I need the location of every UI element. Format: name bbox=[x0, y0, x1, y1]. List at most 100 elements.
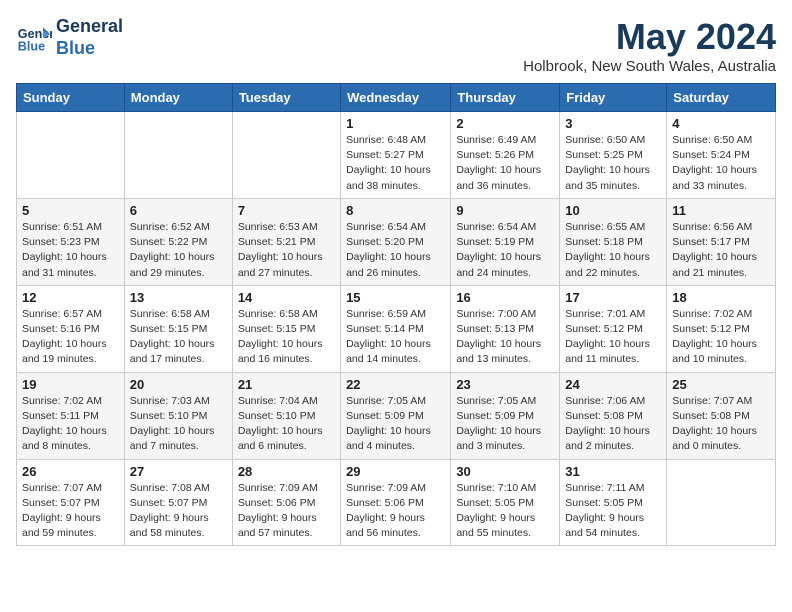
day-detail: Sunrise: 6:59 AMSunset: 5:14 PMDaylight:… bbox=[346, 307, 445, 368]
day-number: 10 bbox=[565, 203, 661, 218]
day-detail: Sunrise: 6:55 AMSunset: 5:18 PMDaylight:… bbox=[565, 220, 661, 281]
col-header-wednesday: Wednesday bbox=[341, 84, 451, 112]
header-row: SundayMondayTuesdayWednesdayThursdayFrid… bbox=[17, 84, 776, 112]
day-number: 1 bbox=[346, 116, 445, 131]
day-cell: 25 Sunrise: 7:07 AMSunset: 5:08 PMDayligh… bbox=[667, 372, 776, 459]
day-detail: Sunrise: 6:58 AMSunset: 5:15 PMDaylight:… bbox=[130, 307, 227, 368]
day-detail: Sunrise: 7:07 AMSunset: 5:08 PMDaylight:… bbox=[672, 394, 770, 455]
day-cell: 1 Sunrise: 6:48 AMSunset: 5:27 PMDaylight… bbox=[341, 112, 451, 199]
day-cell: 13 Sunrise: 6:58 AMSunset: 5:15 PMDayligh… bbox=[124, 285, 232, 372]
col-header-friday: Friday bbox=[560, 84, 667, 112]
day-cell: 24 Sunrise: 7:06 AMSunset: 5:08 PMDayligh… bbox=[560, 372, 667, 459]
day-number: 9 bbox=[456, 203, 554, 218]
day-detail: Sunrise: 6:54 AMSunset: 5:19 PMDaylight:… bbox=[456, 220, 554, 281]
week-row-5: 26 Sunrise: 7:07 AMSunset: 5:07 PMDayligh… bbox=[17, 459, 776, 546]
logo: General Blue General Blue bbox=[16, 16, 123, 59]
day-detail: Sunrise: 7:09 AMSunset: 5:06 PMDaylight:… bbox=[346, 481, 445, 542]
day-detail: Sunrise: 7:10 AMSunset: 5:05 PMDaylight:… bbox=[456, 481, 554, 542]
day-number: 13 bbox=[130, 290, 227, 305]
day-cell: 16 Sunrise: 7:00 AMSunset: 5:13 PMDayligh… bbox=[451, 285, 560, 372]
day-cell: 30 Sunrise: 7:10 AMSunset: 5:05 PMDayligh… bbox=[451, 459, 560, 546]
col-header-tuesday: Tuesday bbox=[232, 84, 340, 112]
day-detail: Sunrise: 6:56 AMSunset: 5:17 PMDaylight:… bbox=[672, 220, 770, 281]
day-cell bbox=[232, 112, 340, 199]
day-detail: Sunrise: 7:03 AMSunset: 5:10 PMDaylight:… bbox=[130, 394, 227, 455]
day-cell: 17Sunrise: 7:01 AMSunset: 5:12 PMDayligh… bbox=[560, 285, 667, 372]
day-cell: 14 Sunrise: 6:58 AMSunset: 5:15 PMDayligh… bbox=[232, 285, 340, 372]
day-cell: 21 Sunrise: 7:04 AMSunset: 5:10 PMDayligh… bbox=[232, 372, 340, 459]
day-number: 15 bbox=[346, 290, 445, 305]
day-detail: Sunrise: 7:08 AMSunset: 5:07 PMDaylight:… bbox=[130, 481, 227, 542]
day-detail: Sunrise: 6:57 AMSunset: 5:16 PMDaylight:… bbox=[22, 307, 119, 368]
day-cell: 4 Sunrise: 6:50 AMSunset: 5:24 PMDaylight… bbox=[667, 112, 776, 199]
day-detail: Sunrise: 6:54 AMSunset: 5:20 PMDaylight:… bbox=[346, 220, 445, 281]
day-number: 18 bbox=[672, 290, 770, 305]
logo-icon: General Blue bbox=[16, 20, 52, 56]
day-detail: Sunrise: 7:05 AMSunset: 5:09 PMDaylight:… bbox=[346, 394, 445, 455]
day-number: 30 bbox=[456, 464, 554, 479]
day-number: 31 bbox=[565, 464, 661, 479]
day-number: 12 bbox=[22, 290, 119, 305]
day-number: 27 bbox=[130, 464, 227, 479]
day-number: 21 bbox=[238, 377, 335, 392]
day-detail: Sunrise: 6:50 AMSunset: 5:24 PMDaylight:… bbox=[672, 133, 770, 194]
page-header: General Blue General Blue May 2024 Holbr… bbox=[16, 16, 776, 75]
day-detail: Sunrise: 7:05 AMSunset: 5:09 PMDaylight:… bbox=[456, 394, 554, 455]
day-number: 4 bbox=[672, 116, 770, 131]
day-detail: Sunrise: 7:06 AMSunset: 5:08 PMDaylight:… bbox=[565, 394, 661, 455]
svg-text:Blue: Blue bbox=[18, 39, 45, 53]
day-detail: Sunrise: 7:00 AMSunset: 5:13 PMDaylight:… bbox=[456, 307, 554, 368]
day-detail: Sunrise: 6:53 AMSunset: 5:21 PMDaylight:… bbox=[238, 220, 335, 281]
day-number: 7 bbox=[238, 203, 335, 218]
day-number: 8 bbox=[346, 203, 445, 218]
day-cell: 27 Sunrise: 7:08 AMSunset: 5:07 PMDayligh… bbox=[124, 459, 232, 546]
day-number: 23 bbox=[456, 377, 554, 392]
day-detail: Sunrise: 6:58 AMSunset: 5:15 PMDaylight:… bbox=[238, 307, 335, 368]
day-detail: Sunrise: 6:49 AMSunset: 5:26 PMDaylight:… bbox=[456, 133, 554, 194]
day-cell: 19Sunrise: 7:02 AMSunset: 5:11 PMDayligh… bbox=[17, 372, 125, 459]
day-detail: Sunrise: 7:11 AMSunset: 5:05 PMDaylight:… bbox=[565, 481, 661, 542]
day-cell: 15 Sunrise: 6:59 AMSunset: 5:14 PMDayligh… bbox=[341, 285, 451, 372]
location: Holbrook, New South Wales, Australia bbox=[523, 58, 776, 75]
day-cell bbox=[667, 459, 776, 546]
day-number: 2 bbox=[456, 116, 554, 131]
month-title: May 2024 bbox=[523, 16, 776, 58]
day-number: 25 bbox=[672, 377, 770, 392]
day-number: 24 bbox=[565, 377, 661, 392]
day-number: 28 bbox=[238, 464, 335, 479]
week-row-3: 12 Sunrise: 6:57 AMSunset: 5:16 PMDayligh… bbox=[17, 285, 776, 372]
day-number: 20 bbox=[130, 377, 227, 392]
day-cell: 11 Sunrise: 6:56 AMSunset: 5:17 PMDayligh… bbox=[667, 198, 776, 285]
col-header-thursday: Thursday bbox=[451, 84, 560, 112]
day-detail: Sunrise: 7:07 AMSunset: 5:07 PMDaylight:… bbox=[22, 481, 119, 542]
day-cell: 3Sunrise: 6:50 AMSunset: 5:25 PMDaylight… bbox=[560, 112, 667, 199]
day-number: 16 bbox=[456, 290, 554, 305]
week-row-4: 19Sunrise: 7:02 AMSunset: 5:11 PMDayligh… bbox=[17, 372, 776, 459]
day-number: 5 bbox=[22, 203, 119, 218]
col-header-saturday: Saturday bbox=[667, 84, 776, 112]
day-number: 6 bbox=[130, 203, 227, 218]
logo-general: General bbox=[56, 16, 123, 38]
day-cell bbox=[17, 112, 125, 199]
day-cell: 2 Sunrise: 6:49 AMSunset: 5:26 PMDaylight… bbox=[451, 112, 560, 199]
title-block: May 2024 Holbrook, New South Wales, Aust… bbox=[523, 16, 776, 75]
day-number: 14 bbox=[238, 290, 335, 305]
week-row-1: 1 Sunrise: 6:48 AMSunset: 5:27 PMDaylight… bbox=[17, 112, 776, 199]
day-cell: 5Sunrise: 6:51 AMSunset: 5:23 PMDaylight… bbox=[17, 198, 125, 285]
day-cell: 31 Sunrise: 7:11 AMSunset: 5:05 PMDayligh… bbox=[560, 459, 667, 546]
day-cell: 12 Sunrise: 6:57 AMSunset: 5:16 PMDayligh… bbox=[17, 285, 125, 372]
day-detail: Sunrise: 7:02 AMSunset: 5:12 PMDaylight:… bbox=[672, 307, 770, 368]
day-detail: Sunrise: 7:04 AMSunset: 5:10 PMDaylight:… bbox=[238, 394, 335, 455]
day-detail: Sunrise: 6:48 AMSunset: 5:27 PMDaylight:… bbox=[346, 133, 445, 194]
day-cell: 23 Sunrise: 7:05 AMSunset: 5:09 PMDayligh… bbox=[451, 372, 560, 459]
day-cell: 22Sunrise: 7:05 AMSunset: 5:09 PMDayligh… bbox=[341, 372, 451, 459]
day-number: 3 bbox=[565, 116, 661, 131]
day-number: 26 bbox=[22, 464, 119, 479]
day-number: 29 bbox=[346, 464, 445, 479]
week-row-2: 5Sunrise: 6:51 AMSunset: 5:23 PMDaylight… bbox=[17, 198, 776, 285]
day-cell: 10 Sunrise: 6:55 AMSunset: 5:18 PMDayligh… bbox=[560, 198, 667, 285]
day-cell: 28Sunrise: 7:09 AMSunset: 5:06 PMDayligh… bbox=[232, 459, 340, 546]
day-number: 11 bbox=[672, 203, 770, 218]
calendar-table: SundayMondayTuesdayWednesdayThursdayFrid… bbox=[16, 83, 776, 546]
day-cell: 7 Sunrise: 6:53 AMSunset: 5:21 PMDaylight… bbox=[232, 198, 340, 285]
